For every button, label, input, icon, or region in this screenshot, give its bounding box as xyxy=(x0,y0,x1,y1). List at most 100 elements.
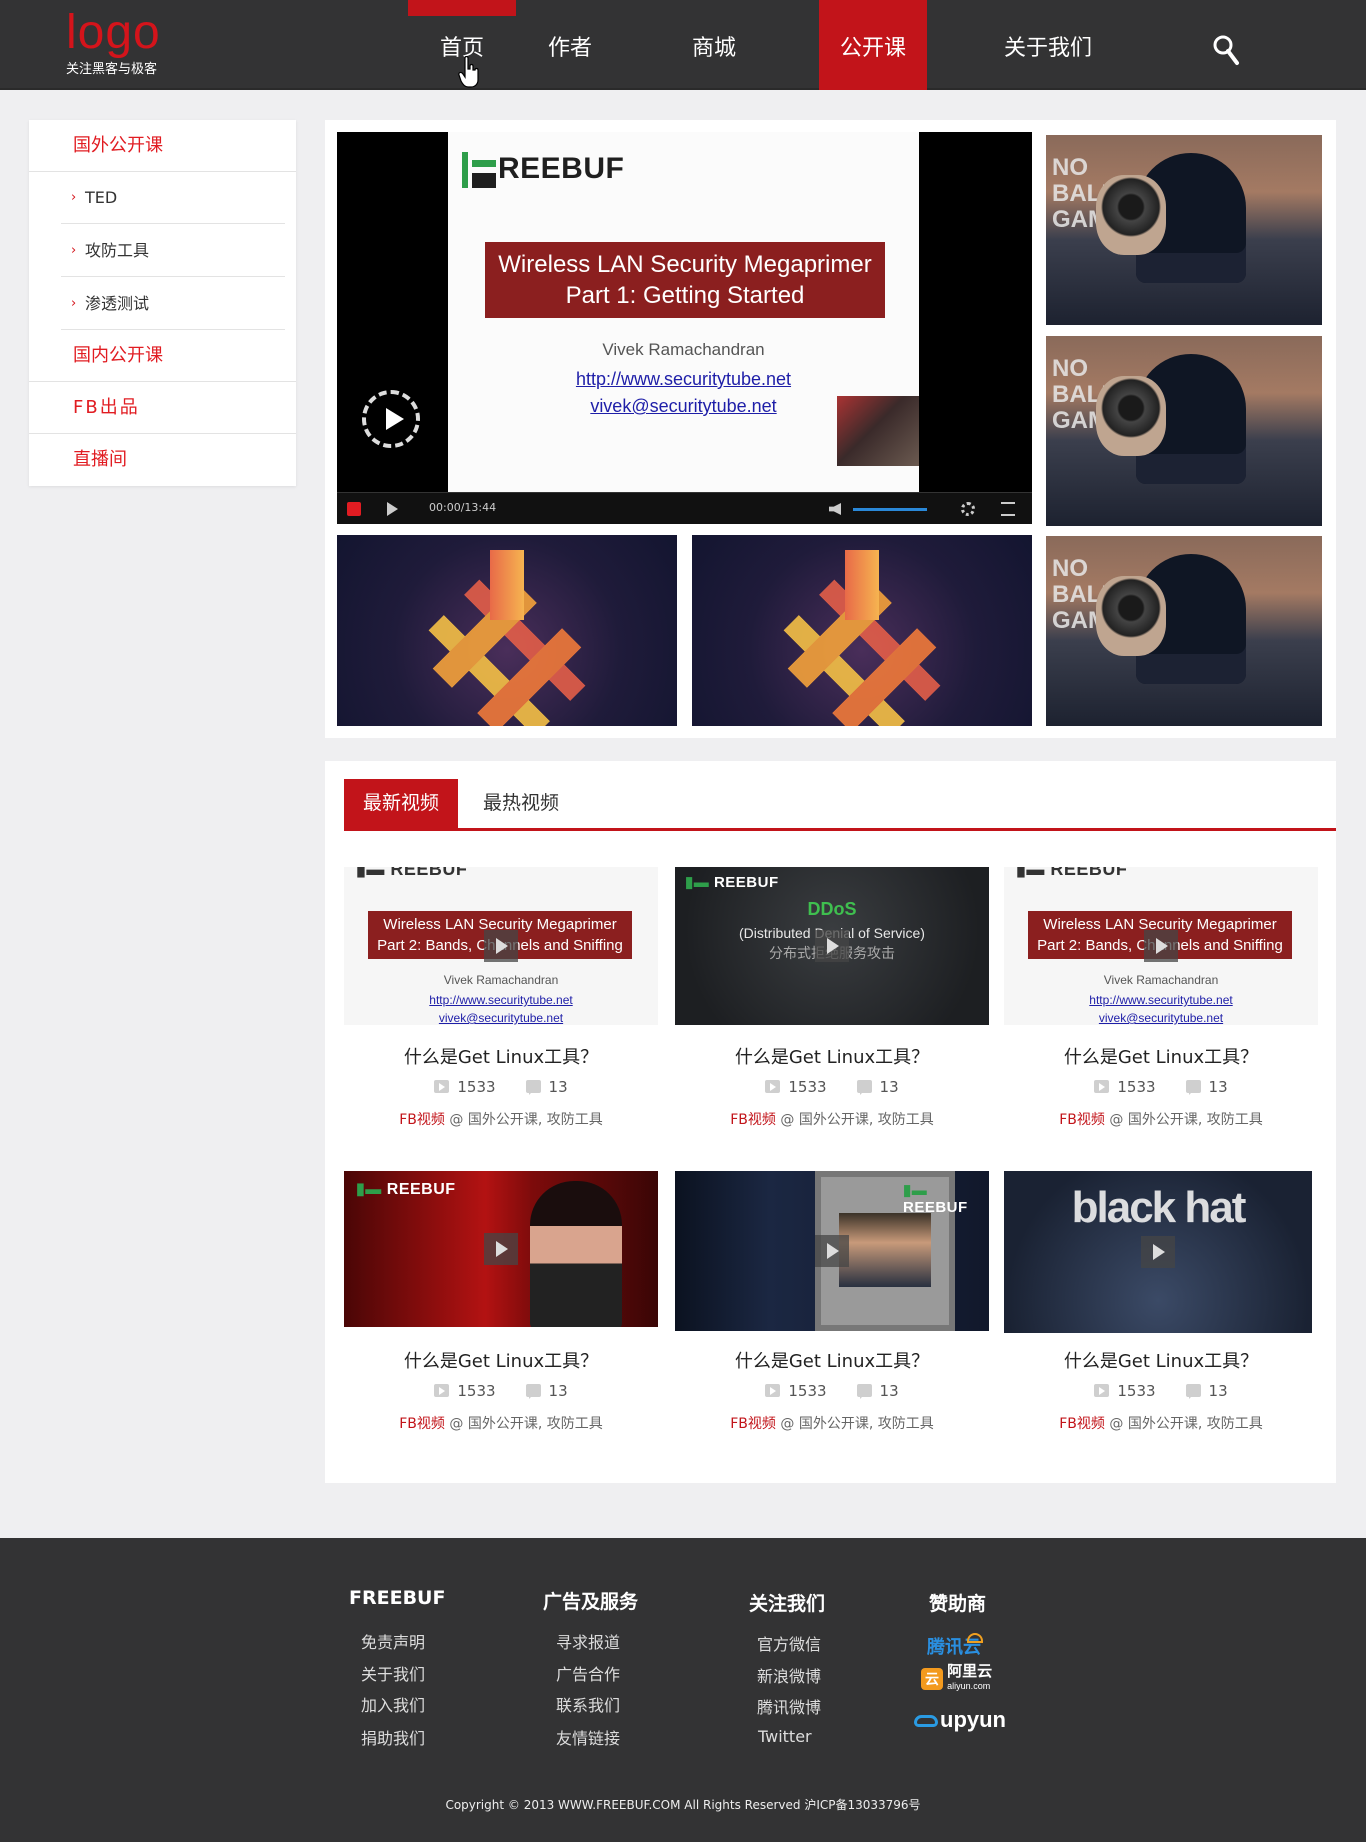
volume-icon[interactable] xyxy=(829,503,841,515)
nav-about-us[interactable]: 关于我们 xyxy=(968,0,1128,90)
play-icon[interactable] xyxy=(815,930,849,962)
sidebar-item-domestic-courses[interactable]: 国内公开课 xyxy=(29,330,296,382)
nav-shop[interactable]: 商城 xyxy=(660,0,768,90)
video-card[interactable]: black hat 什么是Get Linux工具？ 1533 13 FB视频 @ … xyxy=(1004,1171,1318,1461)
video-thumbnail[interactable]: ▮▬ REEBUF DDoS (Distributed Denial of Se… xyxy=(675,867,989,1025)
video-card[interactable]: ▮▬ REEBUF Wireless LAN Security Megaprim… xyxy=(344,867,658,1157)
aliyun-icon: 云 xyxy=(921,1668,943,1690)
video-source-link[interactable]: FB视频 xyxy=(399,1112,445,1128)
cube-tower xyxy=(490,550,524,621)
video-thumbnail[interactable]: ▮▬ REEBUF xyxy=(344,1171,658,1327)
nav-authors[interactable]: 作者 xyxy=(516,0,624,90)
tab-underline xyxy=(344,828,1336,831)
freebuf-bars-icon xyxy=(462,152,498,188)
thumb-url: http://www.securitytube.net xyxy=(429,993,573,1007)
settings-gear-icon[interactable] xyxy=(961,502,975,516)
video-tags[interactable]: @ 国外公开课, 攻防工具 xyxy=(1109,1416,1262,1432)
sidebar-item-live-room[interactable]: 直播间 xyxy=(29,434,296,486)
thumb-email: vivek@securitytube.net xyxy=(438,1011,564,1025)
sponsor-tencent-cloud-logo[interactable]: 腾讯云 xyxy=(927,1633,983,1659)
footer-link-tencent-weibo[interactable]: 腾讯微博 xyxy=(757,1694,821,1718)
footer-link-join[interactable]: 加入我们 xyxy=(361,1692,425,1716)
sidebar-item-fb-products[interactable]: FB出品 xyxy=(29,382,296,434)
sidebar-item-foreign-courses[interactable]: 国外公开课 xyxy=(29,120,296,172)
freebuf-logo: ▮▬ REEBUF xyxy=(1016,867,1128,879)
video-source-link[interactable]: FB视频 xyxy=(730,1112,776,1128)
play-icon[interactable] xyxy=(815,1235,849,1267)
footer-link-friend-links[interactable]: 友情链接 xyxy=(556,1725,620,1749)
footer-link-about[interactable]: 关于我们 xyxy=(361,1661,425,1685)
cloud-icon xyxy=(967,1633,983,1643)
video-title[interactable]: 什么是Get Linux工具？ xyxy=(1004,1043,1318,1069)
featured-thumb-cube-1[interactable] xyxy=(337,535,677,726)
play-icon[interactable] xyxy=(1141,1236,1175,1268)
tab-hot-videos[interactable]: 最热视频 xyxy=(471,779,571,828)
footer-link-donate[interactable]: 捐助我们 xyxy=(361,1725,425,1749)
video-meta: FB视频 @ 国外公开课, 攻防工具 xyxy=(1004,1413,1318,1433)
featured-thumb-gunman-3[interactable] xyxy=(1046,536,1322,726)
featured-thumb-gunman-2[interactable] xyxy=(1046,336,1322,526)
featured-thumb-gunman-1[interactable] xyxy=(1046,135,1322,325)
video-card[interactable]: ▮▬ REEBUF 什么是Get Linux工具？ 1533 13 FB视频 @ … xyxy=(675,1171,989,1461)
site-footer: FREEBUF 免责声明 关于我们 加入我们 捐助我们 广告及服务 寻求报道 广… xyxy=(0,1538,1366,1842)
footer-link-report[interactable]: 寻求报道 xyxy=(556,1629,620,1653)
sidebar-subitem-pentest[interactable]: › 渗透测试 xyxy=(61,278,285,330)
video-card[interactable]: ▮▬ REEBUF DDoS (Distributed Denial of Se… xyxy=(675,867,989,1157)
video-source-link[interactable]: FB视频 xyxy=(399,1416,445,1432)
play-icon[interactable] xyxy=(484,1233,518,1265)
fullscreen-icon[interactable] xyxy=(1001,502,1015,516)
sponsor-upyun-logo[interactable]: upyun xyxy=(914,1707,1006,1733)
sidebar-subitem-ted[interactable]: › TED xyxy=(61,172,285,224)
site-tagline: 关注黑客与极客 xyxy=(66,62,158,77)
video-list-panel: 最新视频 最热视频 ▮▬ REEBUF Wireless LAN Securit… xyxy=(325,761,1336,1483)
video-tags[interactable]: @ 国外公开课, 攻防工具 xyxy=(780,1416,933,1432)
footer-heading-follow: 关注我们 xyxy=(749,1593,826,1615)
freebuf-logo: ▮▬ REEBUF xyxy=(903,1182,968,1216)
video-title[interactable]: 什么是Get Linux工具？ xyxy=(344,1347,658,1373)
play-icon[interactable] xyxy=(484,930,518,962)
video-tags[interactable]: @ 国外公开课, 攻防工具 xyxy=(780,1112,933,1128)
nav-open-course[interactable]: 公开课 xyxy=(819,0,927,90)
sponsor-aliyun-logo[interactable]: 云 阿里云 aliyun.com xyxy=(921,1664,992,1693)
footer-link-contact[interactable]: 联系我们 xyxy=(556,1692,620,1716)
big-play-icon[interactable] xyxy=(362,390,420,448)
video-thumbnail[interactable]: black hat xyxy=(1004,1171,1312,1333)
cloud-icon xyxy=(914,1715,938,1728)
video-tags[interactable]: @ 国外公开课, 攻防工具 xyxy=(1109,1112,1262,1128)
video-source-link[interactable]: FB视频 xyxy=(1059,1112,1105,1128)
video-tags[interactable]: @ 国外公开课, 攻防工具 xyxy=(449,1112,602,1128)
comment-icon xyxy=(525,1384,541,1399)
tab-latest-videos[interactable]: 最新视频 xyxy=(344,779,458,828)
video-source-link[interactable]: FB视频 xyxy=(730,1416,776,1432)
video-thumbnail[interactable]: ▮▬ REEBUF Wireless LAN Security Megaprim… xyxy=(1004,867,1318,1025)
sidebar-subitem-attack-tools[interactable]: › 攻防工具 xyxy=(61,225,285,277)
volume-slider[interactable] xyxy=(853,508,927,511)
play-icon[interactable] xyxy=(1144,930,1178,962)
video-thumbnail[interactable]: ▮▬ REEBUF xyxy=(675,1171,989,1331)
site-logo[interactable]: logo xyxy=(66,6,161,60)
footer-link-weibo[interactable]: 新浪微博 xyxy=(757,1663,821,1687)
video-title[interactable]: 什么是Get Linux工具？ xyxy=(1004,1347,1318,1373)
featured-thumb-cube-2[interactable] xyxy=(692,535,1032,726)
video-title[interactable]: 什么是Get Linux工具？ xyxy=(675,1347,989,1373)
footer-link-disclaimer[interactable]: 免责声明 xyxy=(361,1629,425,1653)
gun-image xyxy=(1096,576,1166,656)
video-tags[interactable]: @ 国外公开课, 攻防工具 xyxy=(449,1416,602,1432)
comment-icon xyxy=(856,1384,872,1399)
video-stats: 1533 13 xyxy=(675,1381,989,1400)
video-player[interactable]: REEBUF Wireless LAN Security Megaprimer … xyxy=(337,132,1032,524)
footer-link-ad-cooperation[interactable]: 广告合作 xyxy=(556,1661,620,1685)
video-title[interactable]: 什么是Get Linux工具？ xyxy=(675,1043,989,1069)
video-card[interactable]: ▮▬ REEBUF Wireless LAN Security Megaprim… xyxy=(1004,867,1318,1157)
video-frame: REEBUF Wireless LAN Security Megaprimer … xyxy=(448,132,919,492)
video-thumbnail[interactable]: ▮▬ REEBUF Wireless LAN Security Megaprim… xyxy=(344,867,658,1025)
search-icon[interactable] xyxy=(1212,34,1240,66)
video-meta: FB视频 @ 国外公开课, 攻防工具 xyxy=(344,1413,658,1433)
video-source-link[interactable]: FB视频 xyxy=(1059,1416,1105,1432)
footer-link-twitter[interactable]: Twitter xyxy=(758,1727,812,1746)
play-icon[interactable] xyxy=(387,502,398,516)
video-card[interactable]: ▮▬ REEBUF 什么是Get Linux工具？ 1533 13 FB视频 @ … xyxy=(344,1171,658,1461)
slide-title: Wireless LAN Security Megaprimer Part 1:… xyxy=(485,242,885,318)
footer-link-wechat[interactable]: 官方微信 xyxy=(757,1631,821,1655)
video-title[interactable]: 什么是Get Linux工具？ xyxy=(344,1043,658,1069)
